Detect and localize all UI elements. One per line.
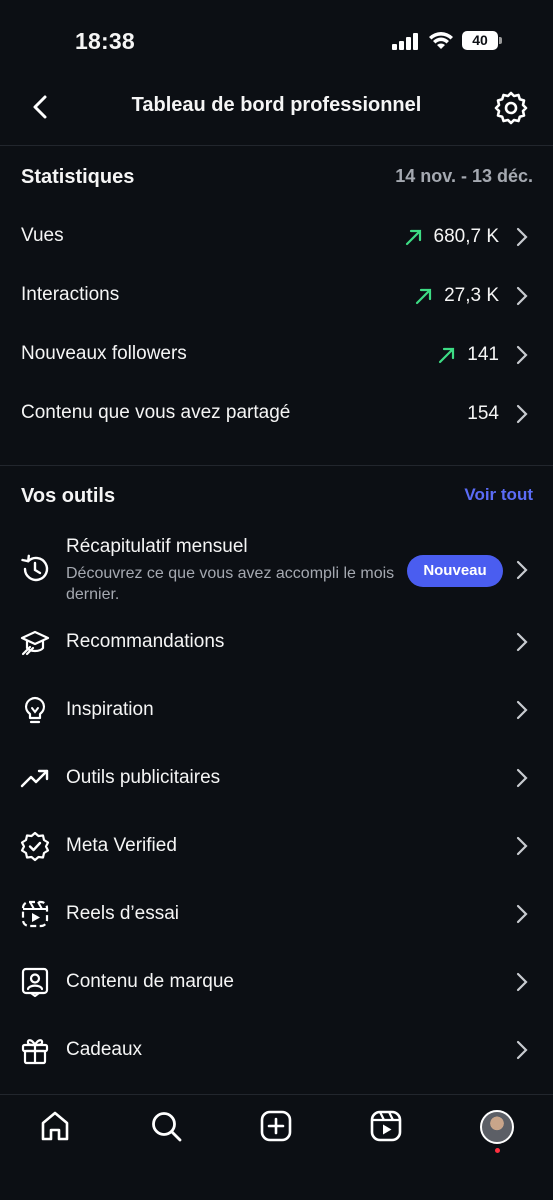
notification-dot: [495, 1148, 500, 1153]
see-all-link[interactable]: Voir tout: [464, 485, 533, 505]
chevron-right-icon: [516, 286, 528, 306]
chevron-right-icon: [516, 632, 528, 652]
date-range[interactable]: 14 nov. - 13 déc.: [395, 166, 533, 187]
trial-reel-icon: [21, 900, 49, 928]
tools-title: Vos outils: [21, 485, 116, 507]
stat-row-interactions[interactable]: Interactions 27,3 K: [0, 267, 553, 325]
stat-label: Vues: [21, 225, 64, 246]
stat-label: Contenu que vous avez partagé: [21, 402, 291, 423]
search-icon[interactable]: [149, 1109, 183, 1143]
tool-row-trial-reels[interactable]: Reels d’essai: [0, 885, 553, 945]
chevron-right-icon: [516, 972, 528, 992]
stat-value-group: 680,7 K: [404, 222, 530, 252]
battery-tip: [499, 37, 502, 44]
reels-icon[interactable]: [369, 1109, 403, 1143]
tool-row-ad-tools[interactable]: Outils publicitaires: [0, 749, 553, 809]
statistics-header: Statistiques 14 nov. - 13 déc.: [21, 166, 533, 192]
page-title: Tableau de bord professionnel: [131, 94, 422, 116]
professional-dashboard-screen: 18:38 40 Tableau de bord professionnel S…: [0, 0, 553, 1200]
chevron-right-icon: [516, 768, 528, 788]
tool-label: Meta Verified: [66, 835, 177, 856]
chevron-right-icon: [516, 560, 528, 580]
stat-label: Interactions: [21, 284, 120, 305]
stat-row-new-followers[interactable]: Nouveaux followers 141: [0, 326, 553, 384]
status-time: 18:38: [75, 28, 135, 54]
gear-icon[interactable]: [493, 90, 529, 126]
lightbulb-icon: [24, 696, 46, 724]
bottom-navigation: [0, 1094, 553, 1200]
tool-row-recommendations[interactable]: Recommandations: [0, 613, 553, 673]
trend-up-arrow-icon: [415, 288, 432, 305]
tool-row-branded-content[interactable]: Contenu de marque: [0, 953, 553, 1013]
tool-label: Recommandations: [66, 631, 225, 652]
stat-value: 680,7 K: [433, 226, 500, 247]
stat-value: 27,3 K: [444, 285, 499, 306]
stat-value-group: 27,3 K: [414, 281, 529, 311]
header: Tableau de bord professionnel: [0, 80, 553, 146]
battery-level: 40: [462, 31, 498, 50]
new-badge: Nouveau: [407, 555, 503, 587]
chevron-right-icon: [516, 904, 528, 924]
home-icon[interactable]: [38, 1109, 72, 1143]
chevron-right-icon: [516, 1040, 528, 1060]
create-icon[interactable]: [259, 1109, 293, 1143]
gift-icon: [21, 1039, 49, 1065]
tool-label: Reels d’essai: [66, 903, 179, 924]
trend-up-arrow-icon: [405, 229, 421, 246]
stat-value-group: 154: [467, 399, 529, 429]
tools-header: Vos outils Voir tout: [21, 485, 533, 511]
status-bar: 18:38 40: [0, 0, 553, 80]
chevron-right-icon: [516, 227, 528, 247]
chevron-right-icon: [516, 700, 528, 720]
statistics-title: Statistiques: [21, 166, 135, 188]
tool-row-inspiration[interactable]: Inspiration: [0, 681, 553, 741]
stat-value-group: 141: [437, 340, 529, 370]
stat-label: Nouveaux followers: [21, 343, 187, 364]
tool-row-meta-verified[interactable]: Meta Verified: [0, 817, 553, 877]
cellular-signal-icon: [392, 32, 418, 50]
trend-up-arrow-icon: [439, 347, 455, 364]
recap-description: Découvrez ce que vous avez accompli le m…: [66, 565, 395, 603]
trending-up-icon: [20, 769, 49, 788]
stat-value: 154: [467, 403, 499, 424]
history-icon: [21, 554, 49, 582]
tool-label: Cadeaux: [66, 1039, 143, 1060]
recap-title: Récapitulatif mensuel: [66, 536, 248, 557]
profile-avatar[interactable]: [480, 1110, 514, 1144]
chevron-right-icon: [516, 345, 528, 365]
verified-badge-icon: [20, 831, 50, 862]
tool-label: Contenu de marque: [66, 971, 234, 992]
branded-content-icon: [21, 967, 49, 998]
chevron-right-icon: [516, 404, 528, 424]
stat-value: 141: [467, 344, 499, 365]
stat-row-views[interactable]: Vues 680,7 K: [0, 208, 553, 266]
tool-row-monthly-recap[interactable]: Récapitulatif mensuel Découvrez ce que v…: [0, 533, 553, 607]
section-divider: [0, 465, 553, 466]
wifi-icon: [429, 32, 453, 49]
tool-label: Outils publicitaires: [66, 767, 221, 788]
tool-row-gifts[interactable]: Cadeaux: [0, 1021, 553, 1081]
stat-row-shared-content[interactable]: Contenu que vous avez partagé 154: [0, 385, 553, 443]
tool-label: Inspiration: [66, 699, 154, 720]
graduation-cap-icon: [20, 630, 50, 656]
chevron-right-icon: [516, 836, 528, 856]
